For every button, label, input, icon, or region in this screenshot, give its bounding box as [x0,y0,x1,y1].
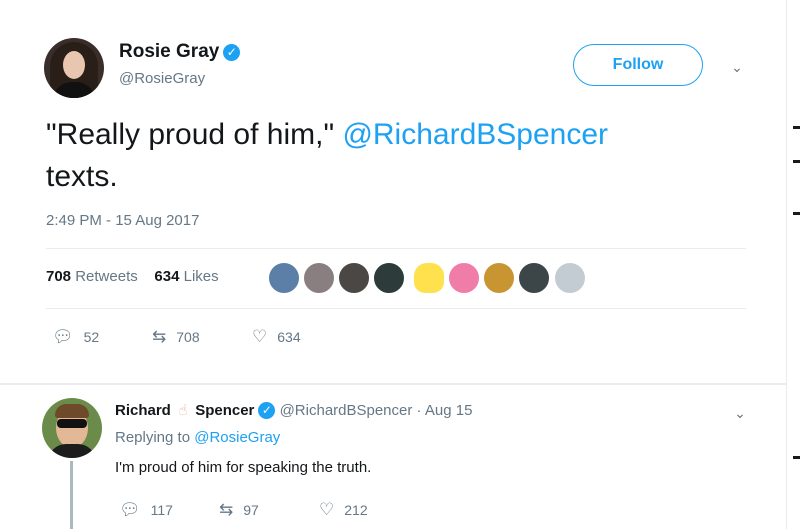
likes-stat[interactable]: 634 Likes [154,268,218,285]
tweet-stats: 708 Retweets 634 Likes [46,268,219,285]
reply-icon: 💬︎ [52,327,74,346]
reply-button[interactable]: 💬︎ 52 [52,327,99,347]
window-edge [786,0,800,529]
tweet-timestamp[interactable]: 2:49 PM - 15 Aug 2017 [46,212,199,229]
liker-avatar[interactable] [338,262,370,294]
retweet-button[interactable]: ⇆ 708 [152,327,200,347]
liker-avatar[interactable] [303,262,335,294]
mention-link[interactable]: @RichardBSpencer [342,118,608,151]
tweet-text: "Really proud of him," @RichardBSpencer … [46,114,746,198]
tweet-text-end: texts. [46,160,118,193]
reply-button[interactable]: 💬︎ 117 [119,500,173,520]
hand-emoji-icon: ☝ [178,402,188,419]
author-name-text[interactable]: Rosie Gray [119,41,219,62]
retweets-stat[interactable]: 708 Retweets [46,268,138,285]
liker-avatar[interactable] [518,262,550,294]
retweet-icon: ⇆ [152,327,167,346]
retweet-button[interactable]: ⇆ 97 [219,500,259,520]
reply-author-name[interactable]: Richard ☝ Spencer [115,402,254,419]
divider [46,308,746,309]
author-name[interactable]: Rosie Gray ✓ [119,41,241,63]
edge-mark [793,160,800,163]
reply-author-handle[interactable]: @RichardBSpencer [280,402,413,419]
divider [46,248,746,249]
reply-icon: 💬︎ [119,500,141,519]
chevron-down-icon[interactable]: ⌄ [730,60,744,74]
heart-icon: ♡ [319,500,335,519]
section-separator [0,383,786,385]
heart-icon: ♡ [252,327,268,346]
liker-avatar[interactable] [413,262,445,294]
author-avatar[interactable] [44,38,104,98]
tweet-text-quote: "Really proud of him," [46,118,343,151]
liker-avatar[interactable] [268,262,300,294]
liker-avatar[interactable] [448,262,480,294]
follow-button[interactable]: Follow [573,44,703,86]
reply-author-avatar[interactable] [42,398,102,458]
replying-to-mention[interactable]: @RosieGray [194,429,280,446]
verified-badge-icon: ✓ [223,44,241,61]
liker-avatar[interactable] [554,262,586,294]
replying-to: Replying to @RosieGray [115,429,281,446]
author-handle[interactable]: @RosieGray [119,70,205,87]
like-button[interactable]: ♡ 212 [319,500,368,520]
like-button[interactable]: ♡ 634 [252,327,301,347]
thread-line [70,461,73,529]
edge-mark [793,126,800,129]
reply-header: Richard ☝ Spencer ✓ @RichardBSpencer · Au… [115,401,472,419]
retweet-icon: ⇆ [219,500,234,519]
liker-avatar[interactable] [483,262,515,294]
chevron-down-icon[interactable]: ⌄ [733,406,747,420]
edge-mark [793,212,800,215]
reply-date[interactable]: Aug 15 [425,402,473,419]
reply-text: I'm proud of him for speaking the truth. [115,459,372,476]
reply-separator: · [416,402,422,419]
liker-avatar[interactable] [373,262,405,294]
verified-badge-icon: ✓ [258,402,276,419]
edge-mark [793,456,800,459]
